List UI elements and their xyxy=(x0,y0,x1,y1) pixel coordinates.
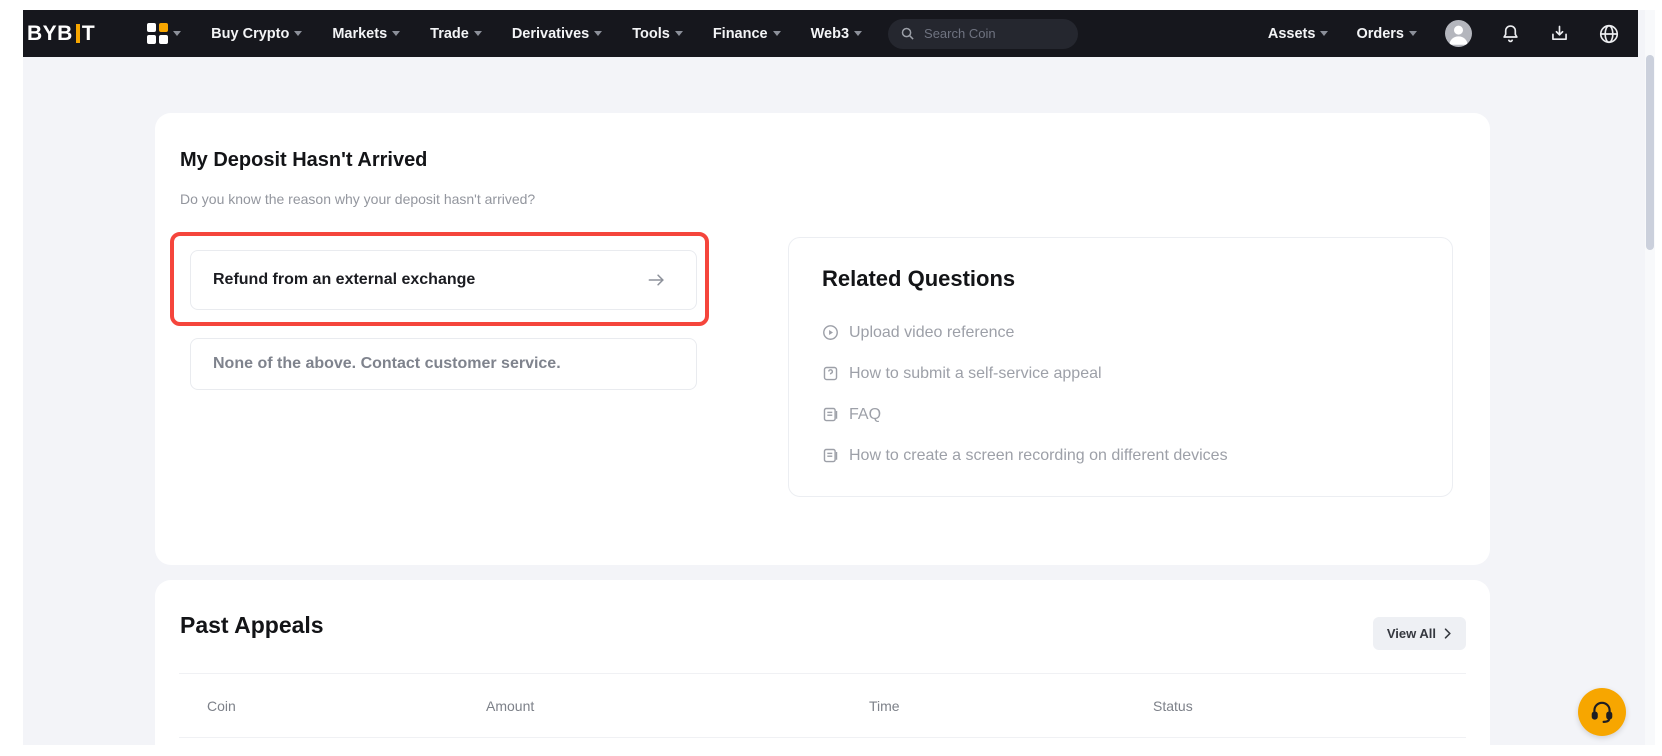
logo-accent-bar xyxy=(76,24,80,43)
doc-icon xyxy=(822,406,839,423)
related-item-faq[interactable]: FAQ xyxy=(822,394,1428,435)
nav-item-assets[interactable]: Assets xyxy=(1268,26,1329,42)
arrow-right-icon xyxy=(647,272,666,288)
related-item-self-service-appeal[interactable]: How to submit a self-service appeal xyxy=(822,353,1428,394)
related-questions-list: Upload video reference How to submit a s… xyxy=(822,312,1428,476)
chevron-down-icon xyxy=(1320,31,1328,36)
main-menu: Buy Crypto Markets Trade Derivatives Too… xyxy=(211,26,862,42)
column-header-amount: Amount xyxy=(486,698,869,714)
question-doc-icon xyxy=(822,365,839,382)
column-header-status: Status xyxy=(1153,698,1466,714)
nav-item-web3[interactable]: Web3 xyxy=(811,26,862,42)
past-appeals-card: Past Appeals View All Coin Amount Time S… xyxy=(155,580,1490,745)
nav-right-cluster: Assets Orders xyxy=(1268,20,1620,47)
play-circle-icon xyxy=(822,324,839,341)
option-refund-external-exchange[interactable]: Refund from an external exchange xyxy=(190,250,697,310)
nav-item-finance[interactable]: Finance xyxy=(713,26,781,42)
apps-caret-icon xyxy=(173,31,181,36)
language-globe-icon[interactable] xyxy=(1598,23,1620,45)
chevron-down-icon xyxy=(294,31,302,36)
search-input[interactable] xyxy=(924,26,1054,41)
related-item-upload-video[interactable]: Upload video reference xyxy=(822,312,1428,353)
chevron-down-icon xyxy=(675,31,683,36)
browser-viewport: BYB T Buy Crypto Markets Trade Derivative… xyxy=(23,10,1655,745)
chevron-down-icon xyxy=(854,31,862,36)
bybit-logo[interactable]: BYB T xyxy=(27,22,95,46)
chevron-down-icon xyxy=(773,31,781,36)
past-appeals-title: Past Appeals xyxy=(180,612,324,639)
apps-grid-icon[interactable] xyxy=(147,23,168,44)
chevron-down-icon xyxy=(1409,31,1417,36)
page-subtitle: Do you know the reason why your deposit … xyxy=(180,191,535,207)
logo-text-prefix: BYB xyxy=(27,22,73,46)
nav-item-buy-crypto[interactable]: Buy Crypto xyxy=(211,26,302,42)
notifications-bell-icon[interactable] xyxy=(1500,23,1521,44)
coin-search-bar[interactable] xyxy=(888,19,1078,49)
download-app-icon[interactable] xyxy=(1549,23,1570,44)
column-header-coin: Coin xyxy=(207,698,486,714)
page-scrollbar[interactable] xyxy=(1645,10,1655,745)
chevron-down-icon xyxy=(594,31,602,36)
page-title: My Deposit Hasn't Arrived xyxy=(180,149,427,172)
doc-icon xyxy=(822,447,839,464)
deposit-help-card: My Deposit Hasn't Arrived Do you know th… xyxy=(155,113,1490,565)
appeals-table-header: Coin Amount Time Status xyxy=(179,673,1466,738)
customer-support-button[interactable] xyxy=(1578,688,1626,736)
nav-item-tools[interactable]: Tools xyxy=(632,26,683,42)
related-questions-title: Related Questions xyxy=(822,266,1015,292)
search-icon xyxy=(900,26,915,41)
headset-icon xyxy=(1589,699,1615,725)
column-header-time: Time xyxy=(869,698,1153,714)
scrollbar-thumb[interactable] xyxy=(1646,55,1654,250)
chevron-right-icon xyxy=(1443,628,1452,639)
nav-item-markets[interactable]: Markets xyxy=(332,26,400,42)
top-nav: BYB T Buy Crypto Markets Trade Derivative… xyxy=(23,10,1638,57)
chevron-down-icon xyxy=(474,31,482,36)
option-contact-customer-service[interactable]: None of the above. Contact customer serv… xyxy=(190,338,697,390)
option-label: Refund from an external exchange xyxy=(213,271,475,289)
nav-item-orders[interactable]: Orders xyxy=(1356,26,1417,42)
related-item-screen-recording[interactable]: How to create a screen recording on diff… xyxy=(822,435,1428,476)
nav-item-derivatives[interactable]: Derivatives xyxy=(512,26,602,42)
user-avatar-icon[interactable] xyxy=(1445,20,1472,47)
logo-text-suffix: T xyxy=(82,22,95,46)
related-questions-card: Related Questions Upload video reference… xyxy=(788,237,1453,497)
option-label: None of the above. Contact customer serv… xyxy=(213,355,561,373)
chevron-down-icon xyxy=(392,31,400,36)
view-all-button[interactable]: View All xyxy=(1373,617,1466,650)
nav-item-trade[interactable]: Trade xyxy=(430,26,482,42)
